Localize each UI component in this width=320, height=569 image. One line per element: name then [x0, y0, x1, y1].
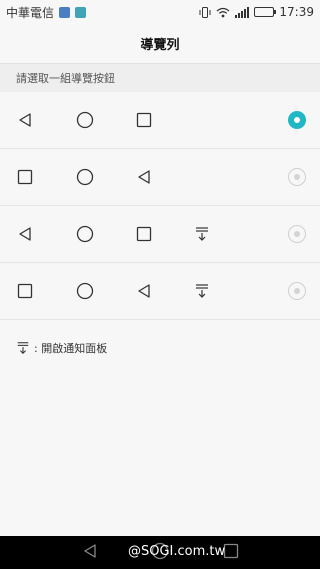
wifi-icon	[216, 7, 230, 17]
page-title: 導覽列	[140, 38, 180, 53]
notification-pulldown-icon	[17, 342, 29, 354]
section-header-label: 請選取一組導覽按鈕	[16, 72, 115, 85]
back-icon	[135, 282, 153, 300]
back-icon	[16, 111, 34, 129]
signal-icon	[235, 6, 250, 18]
home-icon	[76, 282, 94, 300]
back-icon	[16, 225, 34, 243]
status-left: 中華電信	[6, 4, 87, 21]
option-radio[interactable]	[288, 282, 306, 300]
nav-option-row-4[interactable]	[0, 263, 320, 320]
vibrate-icon	[199, 6, 211, 18]
legend-text: : 開啟通知面板	[34, 342, 108, 355]
nav-option-list	[0, 92, 320, 320]
recent-apps-icon[interactable]	[223, 543, 239, 563]
legend: : 開啟通知面板	[16, 340, 107, 356]
recent-apps-icon	[135, 111, 153, 129]
watermark: @SOGI.com.tw	[128, 544, 226, 559]
option-radio[interactable]	[288, 225, 306, 243]
recent-apps-icon	[135, 225, 153, 243]
home-icon	[76, 111, 94, 129]
page-title-bar: 導覽列	[0, 24, 320, 64]
clock: 17:39	[279, 5, 314, 19]
recent-apps-icon	[16, 282, 34, 300]
status-right: 17:39	[199, 5, 314, 19]
battery-icon	[254, 7, 277, 17]
recent-apps-icon	[16, 168, 34, 186]
carrier-name: 中華電信	[6, 5, 55, 20]
nav-option-row-1[interactable]	[0, 92, 320, 149]
section-header: 請選取一組導覽按鈕	[0, 64, 320, 92]
home-icon	[76, 168, 94, 186]
back-icon[interactable]	[82, 543, 98, 563]
notification-pulldown-icon	[193, 282, 211, 300]
status-bar: 中華電信 17:39	[0, 0, 320, 24]
option-radio[interactable]	[288, 168, 306, 186]
nav-option-row-2[interactable]	[0, 149, 320, 206]
option-radio-selected[interactable]	[288, 111, 306, 129]
home-icon	[76, 225, 94, 243]
back-icon	[135, 168, 153, 186]
notification-app-icon	[59, 6, 71, 18]
notification-pulldown-icon	[193, 225, 211, 243]
nav-option-row-3[interactable]	[0, 206, 320, 263]
notification-image-icon	[75, 6, 87, 18]
